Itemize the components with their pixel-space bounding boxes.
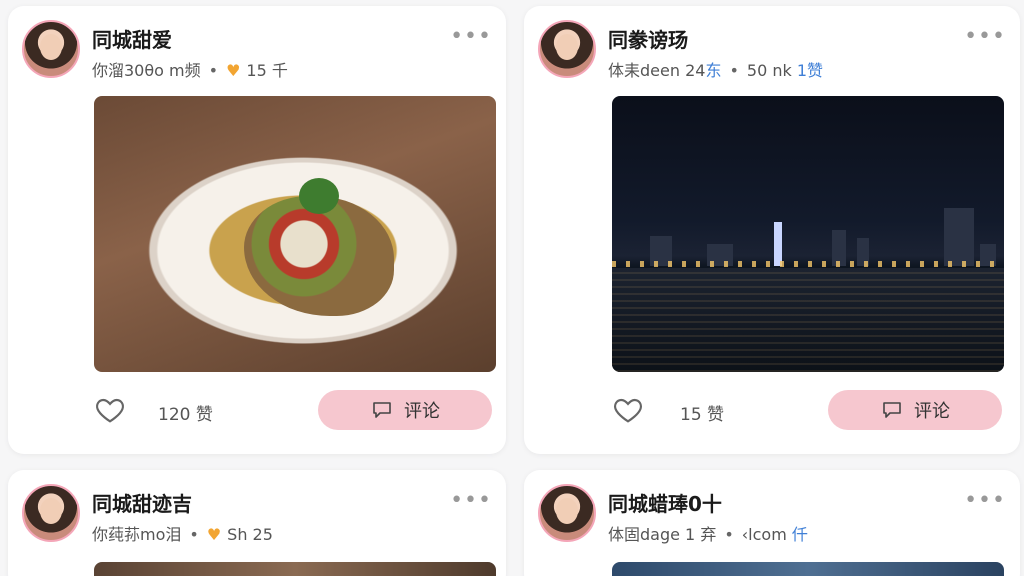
speech-bubble-icon [373, 402, 391, 418]
more-dots-icon[interactable]: ••• [964, 488, 1006, 513]
meta-link[interactable]: 仟 [792, 525, 808, 544]
meta-count: Sh 25 [227, 525, 273, 544]
avatar[interactable] [22, 484, 80, 542]
comment-label: 评论 [914, 401, 950, 422]
avatar[interactable] [538, 20, 596, 78]
more-dots-icon[interactable]: ••• [964, 24, 1006, 49]
meta-link[interactable]: 东 [705, 61, 721, 80]
meta-count: ‹lcom [741, 525, 787, 544]
meta-separator: • [724, 525, 734, 544]
food-dish [244, 196, 394, 316]
city-lights [612, 261, 1004, 267]
post-meta: 你莼荪mo泪 • ♥ Sh 25 [92, 521, 273, 545]
meta-separator: • [189, 525, 199, 544]
post-card: 同城甜迹吉 你莼荪mo泪 • ♥ Sh 25 ••• [8, 470, 506, 576]
avatar[interactable] [22, 20, 80, 78]
post-image[interactable] [94, 96, 496, 372]
post-image[interactable] [94, 562, 496, 576]
post-image[interactable] [612, 562, 1004, 576]
herb-garnish [299, 178, 339, 214]
speech-bubble-icon [883, 402, 901, 418]
like-count: 120 赞 [158, 405, 213, 425]
post-card: 同城甜爱 你溜30θo m频 • ♥ 15 千 ••• 120 赞 评论 [8, 6, 506, 454]
comment-label: 评论 [404, 401, 440, 422]
author-name[interactable]: 同城蜡琫0十 [608, 488, 722, 517]
meta-separator: • [729, 61, 739, 80]
meta-text: 你莼荪mo泪 [92, 525, 182, 544]
heart-filled-icon: ♥ [206, 525, 222, 544]
post-card: 同城蜡琫0十 体固dage 1 弃 • ‹lcom 仟 ••• [524, 470, 1020, 576]
author-name[interactable]: 同城甜爱 [92, 24, 172, 53]
meta-count: 15 千 [246, 61, 288, 80]
post-meta: 你溜30θo m频 • ♥ 15 千 [92, 57, 288, 81]
city-skyline [612, 206, 1004, 266]
post-meta: 体耒dеen 24东 • 50 nk 1赞 [608, 57, 823, 81]
more-dots-icon[interactable]: ••• [450, 24, 492, 49]
author-name[interactable]: 同城甜迹吉 [92, 488, 192, 517]
heart-filled-icon: ♥ [226, 61, 241, 80]
like-count: 15 赞 [680, 405, 725, 425]
more-dots-icon[interactable]: ••• [450, 488, 492, 513]
meta-count: 50 nk [746, 61, 792, 80]
heart-outline-icon[interactable] [612, 394, 644, 426]
meta-text: 体固dage 1 弃 [608, 525, 717, 544]
comment-button[interactable]: 评论 [828, 390, 1002, 430]
author-name[interactable]: 同豢谤玚 [608, 24, 688, 53]
meta-text: 体耒dеen 24 [608, 61, 706, 80]
meta-link[interactable]: 1赞 [797, 61, 823, 80]
post-meta: 体固dage 1 弃 • ‹lcom 仟 [608, 521, 808, 545]
avatar[interactable] [538, 484, 596, 542]
meta-text: 你溜30θo m频 [92, 61, 201, 80]
post-card: 同豢谤玚 体耒dеen 24东 • 50 nk 1赞 ••• 15 赞 评论 [524, 6, 1020, 454]
river-water [612, 268, 1004, 372]
meta-separator: • [208, 61, 219, 80]
heart-outline-icon[interactable] [94, 394, 126, 426]
comment-button[interactable]: 评论 [318, 390, 492, 430]
post-image[interactable] [612, 96, 1004, 372]
